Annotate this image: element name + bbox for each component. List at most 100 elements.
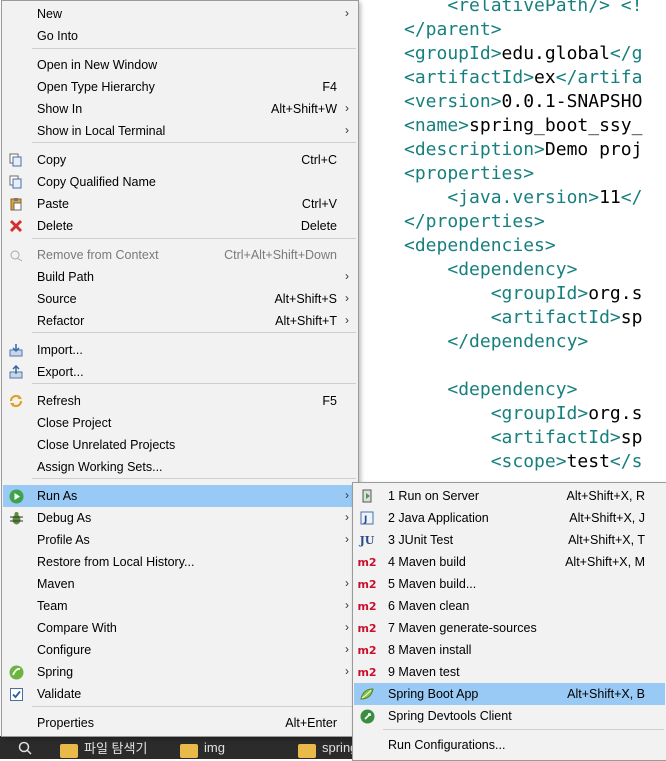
taskbar-item-spring[interactable]: spring xyxy=(298,736,357,759)
menu-item-show-in-local-terminal[interactable]: Show in Local Terminal › xyxy=(3,120,357,142)
code-tag: <groupId> xyxy=(490,283,589,304)
menu-item-team[interactable]: Team › xyxy=(3,595,357,617)
menu-item-label: Source xyxy=(37,292,77,306)
menu-item-compare-with[interactable]: Compare With › xyxy=(3,617,357,639)
menu-item-properties[interactable]: Properties Alt+Enter xyxy=(3,712,357,734)
submenu-arrow-icon: › xyxy=(345,291,349,305)
menu-item-label: Restore from Local History... xyxy=(37,555,195,569)
code-tag: <java.version> xyxy=(447,187,600,208)
menu-item-shortcut: F4 xyxy=(322,80,337,94)
taskbar-item-img[interactable]: img xyxy=(180,736,225,759)
run-as-item-maven-build[interactable]: m2 4 Maven build Alt+Shift+X, M xyxy=(354,551,665,573)
menu-item-show-in[interactable]: Show In Alt+Shift+W › xyxy=(3,98,357,120)
copy-qualified-icon xyxy=(8,174,24,190)
menu-item-configure[interactable]: Configure › xyxy=(3,639,357,661)
menu-item-debug-as[interactable]: Debug As › xyxy=(3,507,357,529)
code-tag: </properties> xyxy=(404,211,545,232)
run-as-item-java-application[interactable]: J 2 Java Application Alt+Shift+X, J xyxy=(354,507,665,529)
paste-icon xyxy=(8,196,24,212)
code-text: org.s xyxy=(588,403,643,424)
maven-icon: m2 xyxy=(357,642,376,658)
menu-item-shortcut: F5 xyxy=(322,394,337,408)
menu-item-refactor[interactable]: Refactor Alt+Shift+T › xyxy=(3,310,357,332)
menu-item-profile-as[interactable]: Profile As › xyxy=(3,529,357,551)
menu-item-restore-from-local-history[interactable]: Restore from Local History... xyxy=(3,551,357,573)
run-as-item-maven-build[interactable]: m2 5 Maven build... xyxy=(354,573,665,595)
menu-item-label: Copy xyxy=(37,153,67,167)
run-as-item-maven-generate-sources[interactable]: m2 7 Maven generate-sources xyxy=(354,617,665,639)
menu-item-label: Assign Working Sets... xyxy=(37,460,163,474)
run-as-item-junit-test[interactable]: JU 3 JUnit Test Alt+Shift+X, T xyxy=(354,529,665,551)
menu-item-close-unrelated-projects[interactable]: Close Unrelated Projects xyxy=(3,434,357,456)
menu-item-refresh[interactable]: Refresh F5 xyxy=(3,390,357,412)
submenu-arrow-icon: › xyxy=(345,6,349,20)
menu-item-maven[interactable]: Maven › xyxy=(3,573,357,595)
code-line: <dependency> xyxy=(404,378,577,402)
menu-item-shortcut: Alt+Shift+X, T xyxy=(568,533,645,547)
menu-item-run-as[interactable]: Run As › xyxy=(3,485,357,507)
menu-item-export[interactable]: Export... xyxy=(3,361,357,383)
menu-separator xyxy=(383,729,664,730)
menu-item-label: Profile As xyxy=(37,533,90,547)
menu-item-label: Import... xyxy=(37,343,83,357)
menu-item-import[interactable]: Import... xyxy=(3,339,357,361)
menu-item-open-type-hierarchy[interactable]: Open Type Hierarchy F4 xyxy=(3,76,357,98)
menu-item-paste[interactable]: Paste Ctrl+V xyxy=(3,193,357,215)
menu-item-shortcut: Alt+Shift+S xyxy=(274,292,337,306)
maven-icon-text: m2 xyxy=(357,665,377,679)
code-line: </dependency> xyxy=(404,330,588,354)
menu-item-open-in-new-window[interactable]: Open in New Window xyxy=(3,54,357,76)
submenu-arrow-icon: › xyxy=(345,510,349,524)
menu-item-label: 2 Java Application xyxy=(388,511,489,525)
taskbar-item-file-explorer[interactable]: 파일 탐색기 xyxy=(60,736,147,759)
code-tag: <groupId> xyxy=(404,43,502,64)
maven-icon-text: m2 xyxy=(357,555,377,569)
menu-item-copy[interactable]: Copy Ctrl+C xyxy=(3,149,357,171)
folder-icon xyxy=(60,743,78,758)
menu-item-go-into[interactable]: Go Into xyxy=(3,25,357,47)
code-tag: <properties> xyxy=(404,163,535,184)
code-line: <groupId>org.s xyxy=(404,282,643,306)
menu-item-label: Build Path xyxy=(37,270,94,284)
menu-item-delete[interactable]: Delete Delete xyxy=(3,215,357,237)
run-as-item-spring-boot-app[interactable]: Spring Boot App Alt+Shift+X, B xyxy=(354,683,665,705)
code-tag: <artifactId> xyxy=(404,67,535,88)
spring-icon xyxy=(8,664,24,680)
menu-item-label: 8 Maven install xyxy=(388,643,472,657)
run-as-item-maven-test[interactable]: m2 9 Maven test xyxy=(354,661,665,683)
run-as-item-run-configurations[interactable]: Run Configurations... xyxy=(354,734,665,756)
code-tag: </dependency> xyxy=(447,331,589,352)
menu-item-shortcut: Ctrl+Alt+Shift+Down xyxy=(224,248,337,262)
import-icon xyxy=(8,342,24,358)
menu-item-label: Copy Qualified Name xyxy=(37,175,156,189)
submenu-arrow-icon: › xyxy=(345,576,349,590)
menu-item-close-project[interactable]: Close Project xyxy=(3,412,357,434)
menu-item-source[interactable]: Source Alt+Shift+S › xyxy=(3,288,357,310)
menu-item-copy-qualified-name[interactable]: Copy Qualified Name xyxy=(3,171,357,193)
junit-icon: JU xyxy=(359,532,375,548)
menu-item-label: Open Type Hierarchy xyxy=(37,80,155,94)
menu-item-assign-working-sets[interactable]: Assign Working Sets... xyxy=(3,456,357,478)
menu-item-shortcut: Alt+Shift+X, B xyxy=(567,687,645,701)
submenu-arrow-icon: › xyxy=(345,642,349,656)
code-tag: <artifactId> xyxy=(490,427,621,448)
menu-item-label: Delete xyxy=(37,219,74,233)
run-as-item-run-on-server[interactable]: 1 Run on Server Alt+Shift+X, R xyxy=(354,485,665,507)
code-line: <artifactId>ex</artifa xyxy=(404,66,642,90)
taskbar-search-icon[interactable] xyxy=(18,736,32,759)
menu-item-label: Maven xyxy=(37,577,75,591)
menu-item-spring[interactable]: Spring › xyxy=(3,661,357,683)
run-as-item-maven-clean[interactable]: m2 6 Maven clean xyxy=(354,595,665,617)
run-as-item-maven-install[interactable]: m2 8 Maven install xyxy=(354,639,665,661)
menu-item-shortcut: Alt+Shift+T xyxy=(275,314,337,328)
menu-item-new[interactable]: New › xyxy=(3,3,357,25)
code-text: 0.0.1-SNAPSHO xyxy=(501,91,643,112)
menu-item-build-path[interactable]: Build Path › xyxy=(3,266,357,288)
submenu-arrow-icon: › xyxy=(345,598,349,612)
code-tag: <dependency> xyxy=(447,379,578,400)
menu-item-label: Refactor xyxy=(37,314,85,328)
code-text: Demo proj xyxy=(544,139,643,160)
run-as-item-spring-devtools-client[interactable]: Spring Devtools Client xyxy=(354,705,665,727)
menu-item-validate[interactable]: Validate xyxy=(3,683,357,705)
